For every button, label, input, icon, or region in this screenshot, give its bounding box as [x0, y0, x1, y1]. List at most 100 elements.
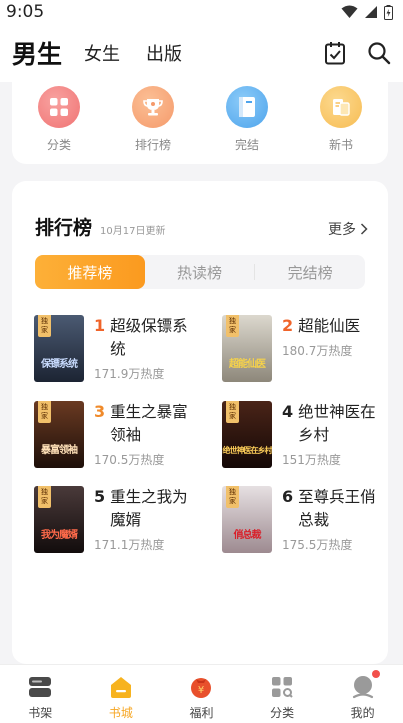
cover-title: 绝世神医在乡村 [222, 446, 273, 455]
quick-item-new[interactable]: 新书 [306, 86, 376, 153]
tab-male[interactable]: 男生 [12, 35, 62, 71]
welfare-icon: ¥ [188, 674, 214, 700]
svg-text:¥: ¥ [198, 685, 204, 696]
ranking-date: 10月17日更新 [100, 226, 166, 237]
book-title: 超级保镖系统 [110, 317, 188, 358]
exclusive-tag: 独家 [226, 486, 239, 508]
exclusive-tag: 独家 [38, 315, 51, 337]
exclusive-tag: 独家 [38, 401, 51, 423]
cover-title: 我为魔婿 [41, 530, 78, 541]
book-info: 5 重生之我为 魔婿 171.1万热度 [94, 486, 202, 558]
ranking-tabs: 推荐榜 热读榜 完结榜 [35, 255, 365, 289]
book-info: 1 超级保镖系统 171.9万热度 [94, 315, 202, 387]
signal-icon [365, 6, 377, 18]
notification-badge [371, 670, 380, 678]
book-title: 超能仙医 [298, 317, 361, 335]
ranking-title: 排行榜 [35, 217, 93, 239]
book-rank: 5 [94, 487, 106, 506]
more-button[interactable]: 更多 [328, 219, 368, 239]
nav-profile[interactable]: 我的 [322, 665, 403, 723]
bottom-nav: 书架 书城 ¥ 福利 分类 我的 [0, 664, 403, 723]
book-item[interactable]: 独家 暴富领袖 3 重生之暴富 领袖 170.5万热度 [34, 401, 204, 473]
book-info: 4 绝世神医在 乡村 151万热度 [282, 401, 390, 473]
nav-label: 分类 [270, 706, 295, 720]
category-icon [38, 86, 80, 128]
more-label: 更多 [328, 222, 356, 238]
book-item[interactable]: 独家 绝世神医在乡村 4 绝世神医在 乡村 151万热度 [222, 401, 392, 473]
quick-item-category[interactable]: 分类 [24, 86, 94, 153]
nav-bookstore[interactable]: 书城 [81, 665, 162, 723]
book-cover: 独家 暴富领袖 [34, 401, 84, 468]
tab-female[interactable]: 女生 [84, 40, 120, 66]
book-heat: 175.5万热度 [282, 538, 353, 552]
checklist-icon[interactable] [323, 41, 347, 65]
book-rank: 3 [94, 402, 106, 421]
quick-label: 完结 [234, 138, 259, 152]
quick-item-finished[interactable]: 完结 [212, 86, 282, 153]
book-item[interactable]: 独家 我为魔婿 5 重生之我为 魔婿 171.1万热度 [34, 486, 204, 558]
book-heat: 180.7万热度 [282, 344, 353, 358]
nav-welfare[interactable]: ¥ 福利 [161, 665, 242, 723]
quick-label: 排行榜 [134, 138, 171, 152]
cover-title: 俏总裁 [233, 530, 262, 541]
book-cover: 独家 绝世神医在乡村 [222, 401, 272, 468]
book-cover: 独家 超能仙医 [222, 315, 272, 382]
top-actions [323, 41, 391, 65]
book-rank: 2 [282, 316, 294, 335]
nav-category[interactable]: 分类 [242, 665, 323, 723]
nav-label: 福利 [189, 706, 214, 720]
exclusive-tag: 独家 [38, 486, 51, 508]
bookstore-icon [108, 674, 134, 700]
book-icon [226, 86, 268, 128]
book-heat: 170.5万热度 [94, 453, 165, 467]
tab-hot[interactable]: 热读榜 [145, 255, 255, 289]
status-icons [341, 4, 393, 20]
book-heat: 151万热度 [282, 453, 341, 467]
book-cover: 独家 我为魔婿 [34, 486, 84, 553]
ranking-header: 排行榜 10月17日更新 更多 [35, 213, 368, 240]
nav-label: 我的 [350, 706, 375, 720]
book-info: 3 重生之暴富 领袖 170.5万热度 [94, 401, 202, 473]
status-time: 9:05 [6, 2, 45, 22]
quick-label: 新书 [328, 138, 353, 152]
nav-bookshelf[interactable]: 书架 [0, 665, 81, 723]
book-rank: 6 [282, 487, 294, 506]
wifi-icon [341, 5, 358, 18]
trophy-icon [132, 86, 174, 128]
book-title: 绝世神医在 乡村 [298, 403, 376, 444]
book-cover: 独家 保镖系统 [34, 315, 84, 382]
top-nav: 男生 女生 出版 [0, 24, 403, 82]
book-title: 至尊兵王俏 总裁 [298, 488, 376, 529]
category-grid-icon [269, 674, 295, 700]
chevron-right-icon [360, 223, 368, 235]
book-info: 6 至尊兵王俏 总裁 175.5万热度 [282, 486, 390, 558]
ranking-card: 排行榜 10月17日更新 更多 推荐榜 热读榜 完结榜 独家 保镖系统 1 超级… [12, 181, 388, 664]
tab-finished[interactable]: 完结榜 [255, 255, 365, 289]
search-icon[interactable] [367, 41, 391, 65]
nav-label: 书架 [28, 706, 53, 720]
profile-icon [350, 674, 376, 700]
battery-icon [384, 4, 393, 20]
book-cover: 独家 俏总裁 [222, 486, 272, 553]
status-bar: 9:05 [0, 0, 403, 24]
tab-recommend[interactable]: 推荐榜 [35, 255, 145, 289]
cover-title: 超能仙医 [229, 359, 266, 370]
exclusive-tag: 独家 [226, 401, 239, 423]
exclusive-tag: 独家 [226, 315, 239, 337]
book-title: 重生之暴富 领袖 [110, 403, 188, 444]
bookshelf-icon [27, 674, 53, 700]
book-title: 重生之我为 魔婿 [110, 488, 188, 529]
book-info: 2 超能仙医 180.7万热度 [282, 315, 390, 387]
book-rank: 1 [94, 316, 106, 335]
nav-label: 书城 [108, 706, 133, 720]
book-item[interactable]: 独家 俏总裁 6 至尊兵王俏 总裁 175.5万热度 [222, 486, 392, 558]
book-item[interactable]: 独家 超能仙医 2 超能仙医 180.7万热度 [222, 315, 392, 387]
cover-title: 暴富领袖 [41, 445, 78, 456]
tab-publish[interactable]: 出版 [146, 40, 182, 66]
book-heat: 171.1万热度 [94, 538, 165, 552]
quick-item-ranking[interactable]: 排行榜 [118, 86, 188, 153]
quick-label: 分类 [46, 138, 71, 152]
quick-entry-card: 分类 排行榜 完结 新书 [12, 82, 388, 164]
newbook-icon [320, 86, 362, 128]
book-item[interactable]: 独家 保镖系统 1 超级保镖系统 171.9万热度 [34, 315, 204, 387]
